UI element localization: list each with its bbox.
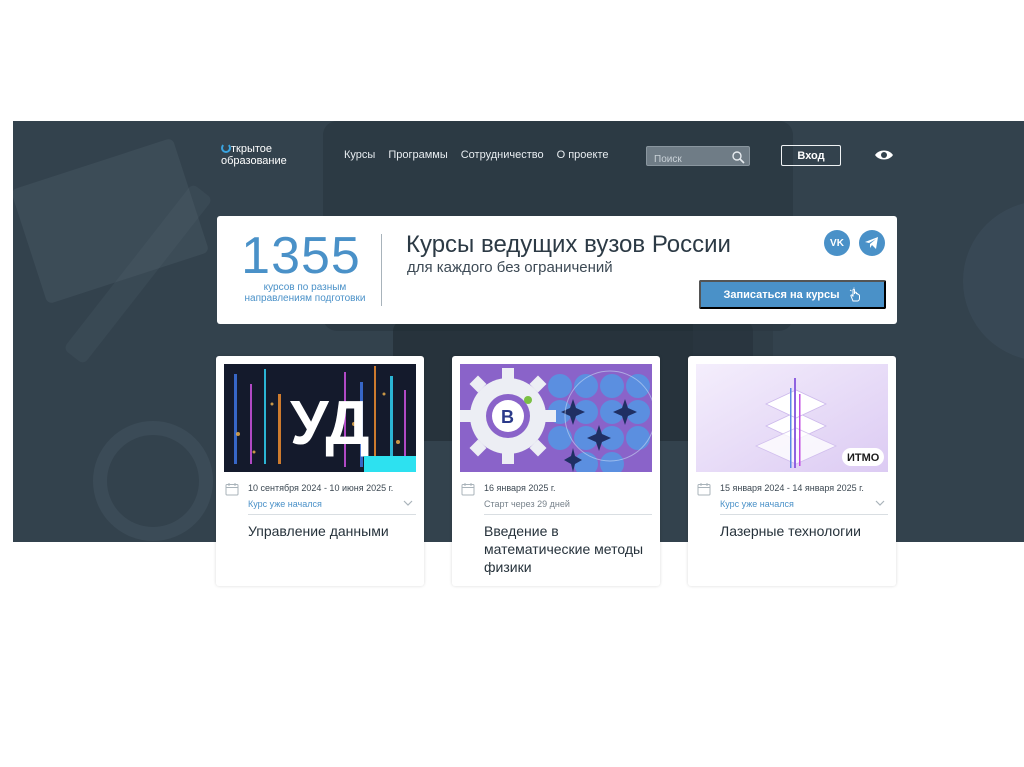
vk-icon[interactable]: VK <box>824 230 850 256</box>
main-nav: Курсы Программы Сотрудничество О проекте <box>344 149 608 161</box>
background-decoration <box>93 421 213 541</box>
divider <box>248 514 416 515</box>
chevron-down-icon[interactable] <box>875 499 885 507</box>
search-input[interactable] <box>647 150 727 169</box>
enroll-button[interactable]: Записаться на курсы <box>699 280 886 309</box>
course-status: Курс уже начался <box>248 499 322 509</box>
divider <box>484 514 652 515</box>
course-title[interactable]: Управление данными <box>248 522 408 540</box>
logo-text-line2: образование <box>221 155 287 167</box>
nav-courses[interactable]: Курсы <box>344 149 375 161</box>
divider <box>720 514 888 515</box>
nav-programs[interactable]: Программы <box>388 149 447 161</box>
course-image-gear: B <box>460 364 652 472</box>
course-title[interactable]: Введение в математические методы физики <box>484 522 644 576</box>
search-box <box>646 146 750 169</box>
course-count-caption-line1: курсов по разным <box>263 282 347 293</box>
stats-panel: 1355 курсов по разным направлениям подго… <box>217 216 897 324</box>
course-image-logo: УД <box>290 389 370 458</box>
nav-about[interactable]: О проекте <box>557 149 609 161</box>
course-date: 16 января 2025 г. <box>484 483 556 493</box>
course-card[interactable]: УД 10 сентября 2024 - 10 июня 2025 г. Ку… <box>216 356 424 586</box>
course-image: B <box>460 364 652 472</box>
chevron-down-icon[interactable] <box>403 499 413 507</box>
pointer-hand-icon <box>849 287 860 301</box>
course-status: Старт через 29 дней <box>484 499 570 509</box>
calendar-icon <box>225 483 239 496</box>
course-image: ИТМО <box>696 364 888 472</box>
course-count-caption-line2: направлениям подготовки <box>244 293 366 304</box>
search-icon[interactable] <box>731 150 745 164</box>
telegram-icon[interactable] <box>859 230 885 256</box>
course-date: 15 января 2024 - 14 января 2025 г. <box>720 483 864 493</box>
eye-icon[interactable] <box>874 148 894 162</box>
course-image: УД <box>224 364 416 472</box>
course-status: Курс уже начался <box>720 499 794 509</box>
site-logo[interactable]: ткрытое образование <box>221 143 287 167</box>
course-count-caption: курсов по разным направлениям подготовки <box>227 282 383 304</box>
background-decoration <box>963 201 1024 361</box>
logo-ring-icon <box>221 143 231 153</box>
course-card[interactable]: B 16 января 2025 г. Старт через 29 дней … <box>452 356 660 586</box>
itmo-logo: ИТМО <box>847 452 880 464</box>
enroll-button-label: Записаться на курсы <box>723 288 840 301</box>
course-image-circuit: УД <box>224 364 416 472</box>
course-title[interactable]: Лазерные технологии <box>720 522 880 540</box>
telegram-plane-icon <box>865 237 878 249</box>
page: ткрытое образование Курсы Программы Сотр… <box>0 0 1024 767</box>
calendar-icon <box>697 483 711 496</box>
nav-cooperation[interactable]: Сотрудничество <box>461 149 544 161</box>
course-count: 1355 <box>241 227 361 285</box>
divider <box>381 234 382 306</box>
hse-logo-icon: B <box>501 407 514 427</box>
page-subheadline: для каждого без ограничений <box>407 259 613 276</box>
page-headline: Курсы ведущих вузов России <box>406 231 731 258</box>
calendar-icon <box>461 483 475 496</box>
course-image-laser: ИТМО <box>696 364 888 472</box>
course-card[interactable]: ИТМО 15 января 2024 - 14 января 2025 г. … <box>688 356 896 586</box>
login-button[interactable]: Вход <box>781 145 841 166</box>
course-date: 10 сентября 2024 - 10 июня 2025 г. <box>248 483 394 493</box>
